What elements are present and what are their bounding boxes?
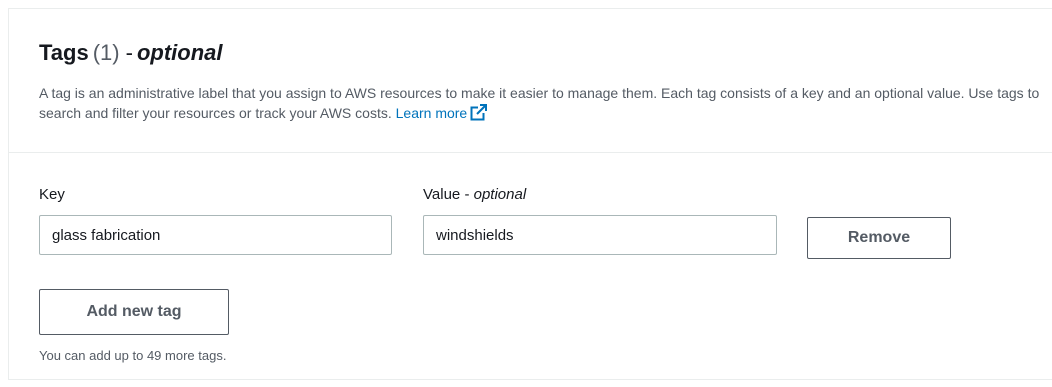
remove-tag-button[interactable]: Remove xyxy=(807,217,951,259)
value-label-optional: optional xyxy=(473,186,527,203)
tag-limit-hint: You can add up to 49 more tags. xyxy=(39,348,227,363)
value-label-separator: - xyxy=(464,186,470,203)
external-link-icon xyxy=(470,104,488,126)
value-label-text: Value xyxy=(423,186,461,203)
key-label: Key xyxy=(39,186,65,203)
learn-more-link[interactable]: Learn more xyxy=(395,104,488,121)
tags-panel: Tags (1) - optional A tag is an administrat… xyxy=(8,8,1052,380)
value-label: Value - optional xyxy=(423,185,526,205)
tags-panel-header: Tags (1) - optional A tag is an administrat… xyxy=(9,9,1052,153)
description-text: A tag is an administrative label that yo… xyxy=(39,85,1040,121)
add-new-tag-button[interactable]: Add new tag xyxy=(39,289,229,335)
panel-description: A tag is an administrative label that yo… xyxy=(39,83,1044,126)
panel-title: Tags (1) - optional xyxy=(39,39,222,67)
learn-more-label: Learn more xyxy=(395,105,468,121)
title-separator: - xyxy=(125,40,133,65)
tag-key-input[interactable] xyxy=(39,215,392,255)
title-optional: optional xyxy=(136,40,223,65)
tag-count: (1) xyxy=(92,40,120,65)
title-text: Tags xyxy=(39,40,89,65)
tag-value-input[interactable] xyxy=(423,215,777,255)
